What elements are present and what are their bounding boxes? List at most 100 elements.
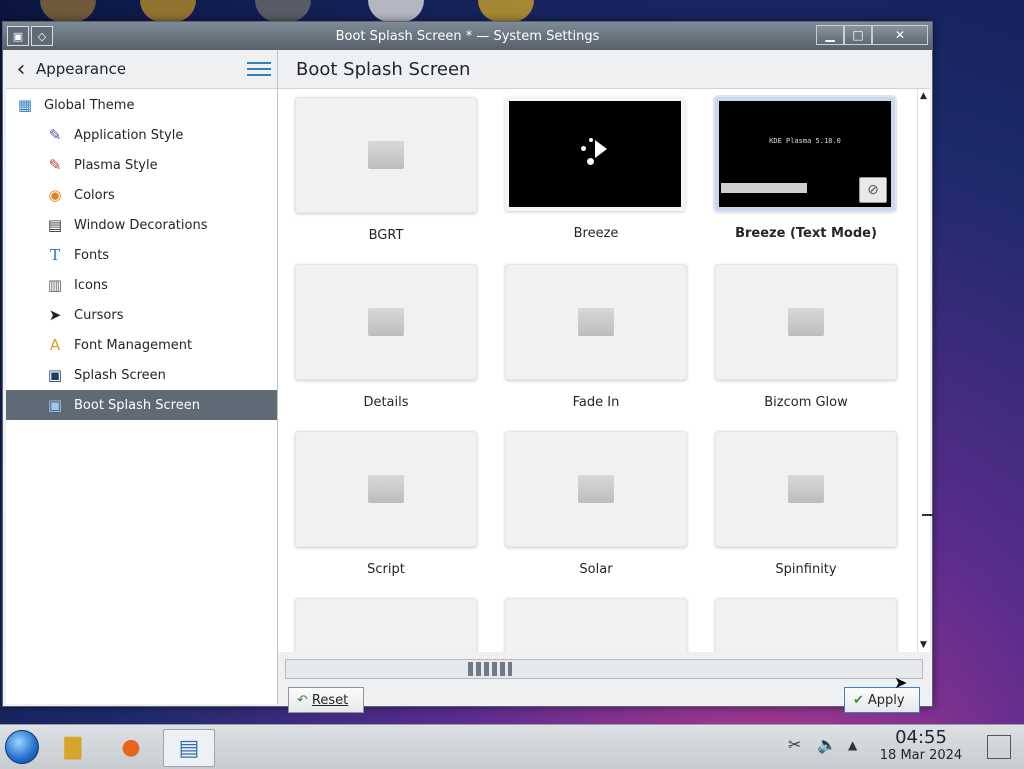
icons-icon: ▥	[47, 276, 63, 294]
system-settings-task-icon[interactable]: ▤	[163, 729, 215, 767]
scrollbar-thumb[interactable]	[468, 662, 512, 676]
theme-tile-spinfinity[interactable]: Spinfinity	[715, 431, 897, 577]
sidebar-item-application-style[interactable]: ✎ Application Style	[6, 120, 277, 150]
close-button[interactable]: ✕	[872, 25, 928, 45]
theme-tile-fade-in[interactable]: Fade In	[505, 264, 687, 410]
window-menu-icon[interactable]: ▣	[7, 26, 29, 46]
wallpaper-decoration	[368, 0, 424, 22]
horizontal-scrollbar[interactable]	[285, 659, 923, 679]
sidebar-item-label: Plasma Style	[74, 157, 158, 173]
back-arrow-icon[interactable]: ‹	[6, 57, 36, 82]
start-orb-icon	[5, 730, 39, 764]
clipboard-icon[interactable]: ✂	[788, 735, 801, 754]
theme-label: Spinfinity	[775, 562, 837, 577]
theme-tile-bgrt[interactable]: BGRT	[295, 97, 477, 243]
colors-icon: ◉	[48, 186, 62, 204]
theme-tile-bizcom-glow[interactable]: Bizcom Glow	[715, 264, 897, 410]
mouse-cursor-icon: ➤	[894, 673, 908, 692]
sidebar-item-label: Fonts	[74, 247, 110, 263]
plasma-style-icon: ✎	[48, 156, 62, 174]
sidebar-list: ▦ Global Theme ✎ Application Style ✎ Pla…	[6, 89, 277, 420]
button-bar: ↶ Reset ✔ Apply	[278, 680, 930, 713]
sidebar-item-icons[interactable]: ▥ Icons	[6, 270, 277, 300]
theme-tile-breeze-text-mode[interactable]: KDE Plasma 5.18.0 ⊘ Breeze (Text Mode)	[715, 97, 897, 241]
boot-splash-icon: ▣	[47, 396, 63, 414]
theme-preview	[295, 598, 477, 652]
system-settings-window: ▣ ◇ Boot Splash Screen * — System Settin…	[2, 21, 934, 713]
keep-above-icon[interactable]: ◇	[31, 26, 53, 46]
fonts-icon: T	[49, 246, 60, 264]
sidebar-item-colors[interactable]: ◉ Colors	[6, 180, 277, 210]
theme-label: Details	[363, 395, 409, 410]
maximize-button[interactable]: □	[844, 25, 872, 45]
theme-preview	[295, 431, 477, 547]
page-title: Boot Splash Screen	[278, 50, 930, 89]
apply-button[interactable]: ✔ Apply	[844, 687, 920, 713]
theme-label: Fade In	[572, 395, 620, 410]
volume-icon[interactable]: 🔈	[817, 735, 837, 754]
sidebar-item-label: Application Style	[74, 127, 184, 143]
tray-expand-icon[interactable]: ▲	[848, 738, 857, 752]
main-panel: Boot Splash Screen BGRT Breeze KDE Plasm…	[278, 50, 934, 713]
theme-grid: BGRT Breeze KDE Plasma 5.18.0 ⊘ Breeze (…	[278, 89, 918, 652]
sidebar-item-label: Icons	[74, 277, 108, 293]
back-button[interactable]: Appearance	[36, 60, 247, 78]
uninstall-icon[interactable]: ⊘	[859, 177, 887, 203]
sidebar-item-plasma-style[interactable]: ✎ Plasma Style	[6, 150, 277, 180]
reset-button[interactable]: ↶ Reset	[288, 687, 364, 713]
sidebar-item-window-decorations[interactable]: ▤ Window Decorations	[6, 210, 277, 240]
theme-preview	[295, 97, 477, 213]
window-title: Boot Splash Screen * — System Settings	[335, 28, 600, 44]
clock[interactable]: 04:55 18 Mar 2024	[872, 727, 970, 764]
theme-preview	[715, 264, 897, 380]
sidebar-item-splash-screen[interactable]: ▣ Splash Screen	[6, 360, 277, 390]
sidebar-item-boot-splash-screen[interactable]: ▣ Boot Splash Screen	[6, 390, 277, 420]
vertical-scrollbar[interactable]: ▲ ▼	[917, 89, 934, 652]
theme-tile-breeze[interactable]: Breeze	[505, 97, 687, 241]
theme-label: Bizcom Glow	[764, 395, 848, 410]
theme-tile-partial[interactable]	[715, 598, 897, 652]
sidebar-item-global-theme[interactable]: ▦ Global Theme	[6, 90, 277, 120]
scroll-down-icon[interactable]: ▼	[920, 640, 927, 650]
theme-tile-solar[interactable]: Solar	[505, 431, 687, 577]
theme-label: Breeze	[573, 226, 619, 241]
theme-tile-script[interactable]: Script	[295, 431, 477, 577]
firefox-icon[interactable]: ●	[112, 729, 150, 765]
image-placeholder-icon	[578, 475, 614, 503]
minimize-button[interactable]: ▁	[816, 25, 844, 45]
theme-preview	[295, 264, 477, 380]
theme-label: Breeze (Text Mode)	[735, 226, 877, 241]
theme-tile-partial[interactable]	[505, 598, 687, 652]
scroll-up-icon[interactable]: ▲	[920, 91, 927, 101]
sidebar: ‹ Appearance ▦ Global Theme ✎ Applicatio…	[6, 50, 278, 704]
preview-version-text: KDE Plasma 5.18.0	[769, 137, 841, 145]
theme-preview	[505, 264, 687, 380]
sidebar-item-fonts[interactable]: T Fonts	[6, 240, 277, 270]
scrollbar-thumb[interactable]	[922, 514, 934, 516]
start-menu-button[interactable]	[3, 729, 41, 765]
sidebar-item-label: Cursors	[74, 307, 124, 323]
file-manager-icon[interactable]: ▇	[54, 729, 92, 765]
sidebar-item-cursors[interactable]: ➤ Cursors	[6, 300, 277, 330]
theme-preview	[715, 598, 897, 652]
sidebar-item-font-management[interactable]: A Font Management	[6, 330, 277, 360]
wallpaper-decoration	[40, 0, 96, 22]
theme-tile-partial[interactable]	[295, 598, 477, 652]
theme-preview: KDE Plasma 5.18.0 ⊘	[715, 97, 895, 211]
wallpaper-decoration	[255, 0, 311, 22]
show-desktop-button[interactable]	[987, 735, 1011, 759]
clock-time: 04:55	[895, 727, 947, 748]
sidebar-item-label: Global Theme	[44, 97, 135, 113]
theme-tile-details[interactable]: Details	[295, 264, 477, 410]
theme-preview	[505, 431, 687, 547]
hamburger-menu-icon[interactable]	[247, 58, 271, 80]
title-bar[interactable]: ▣ ◇ Boot Splash Screen * — System Settin…	[3, 22, 932, 50]
clock-date: 18 Mar 2024	[879, 748, 963, 763]
reset-icon: ↶	[297, 692, 308, 708]
global-theme-icon: ▦	[17, 96, 33, 114]
theme-label: BGRT	[368, 228, 404, 243]
sidebar-item-label: Splash Screen	[74, 367, 166, 383]
breeze-logo-icon	[575, 134, 615, 174]
theme-label: Solar	[579, 562, 613, 577]
theme-preview	[715, 431, 897, 547]
